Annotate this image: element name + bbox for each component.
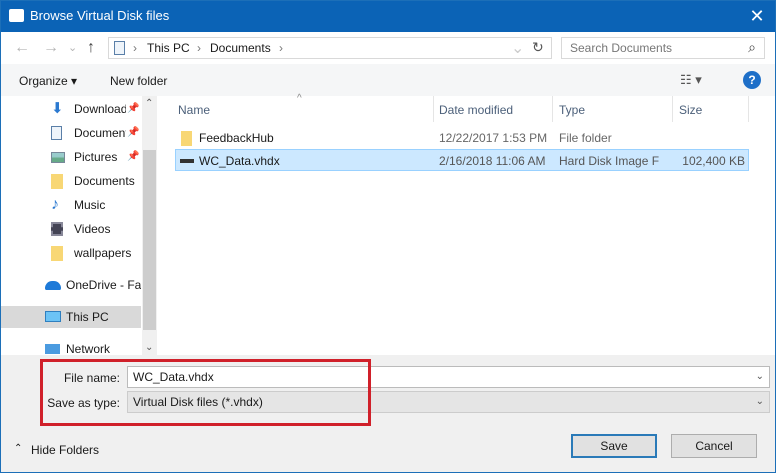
chevron-down-icon[interactable]: ⌄ (756, 367, 764, 387)
onedrive-icon (45, 281, 61, 290)
sidebar-item-label: Downloads (74, 102, 126, 116)
file-date: 12/22/2017 1:53 PM (439, 131, 548, 145)
scroll-up-icon[interactable]: ⌃ (145, 98, 153, 109)
dropdown-chevron-icon[interactable]: ⌄ (511, 38, 524, 58)
file-list: ^ Name Date modified Type Size FeedbackH… (170, 93, 776, 355)
file-type: Hard Disk Image F (559, 154, 660, 168)
table-row[interactable]: FeedbackHub 12/22/2017 1:53 PM File fold… (175, 127, 749, 149)
music-icon: ♪ (51, 196, 59, 213)
breadcrumb-separator: › (197, 41, 201, 55)
sidebar-item-onedrive[interactable]: OneDrive - Family (1, 274, 141, 296)
download-icon: ⬇ (51, 100, 64, 117)
sidebar-item-music[interactable]: ♪ Music (1, 194, 141, 216)
folder-icon (181, 131, 192, 146)
pin-icon: 📌 (127, 103, 140, 114)
sidebar-item-label: wallpapers (74, 246, 132, 260)
recent-locations-button[interactable]: ⌄ (68, 41, 77, 54)
file-name: FeedbackHub (199, 131, 274, 145)
hide-folders-button[interactable]: Hide Folders (31, 443, 99, 457)
breadcrumb-separator: › (279, 41, 283, 55)
sidebar-item-label: Music (74, 198, 106, 212)
scroll-down-icon[interactable]: ⌄ (145, 342, 153, 353)
sidebar-item-label: This PC (66, 310, 109, 324)
search-input[interactable]: Search Documents ⌕ (561, 37, 765, 59)
documents-location-icon (114, 41, 125, 55)
search-icon[interactable]: ⌕ (748, 39, 756, 56)
videos-icon (51, 222, 63, 236)
document-icon (51, 126, 62, 140)
file-size: 102,400 KB (682, 154, 745, 168)
disk-app-icon (9, 9, 24, 22)
sidebar-item-pictures[interactable]: Pictures 📌 (1, 146, 141, 168)
hard-disk-icon (180, 159, 194, 163)
breadcrumb-documents[interactable]: Documents (210, 41, 271, 55)
help-button[interactable]: ? (743, 71, 761, 89)
toolbar: Organize ▾ New folder ☷ ▾ ? (0, 64, 776, 96)
file-name: WC_Data.vhdx (199, 154, 280, 168)
sidebar-item-documents-pinned[interactable]: Documents📌 (1, 122, 141, 144)
file-type: File folder (559, 131, 612, 145)
navigation-pane: ⬇Downloads📌 Documents📌 Pictures📌 Documen… (1, 96, 157, 356)
search-placeholder: Search Documents (570, 41, 673, 55)
file-date: 2/16/2018 11:06 AM (439, 154, 546, 168)
breadcrumb-this-pc[interactable]: This PC (147, 41, 190, 55)
sidebar-item-wallpapers[interactable]: wallpapers (1, 242, 141, 264)
new-folder-button[interactable]: New folder (110, 74, 167, 88)
sidebar-item-documents-folder[interactable]: Documents (1, 170, 141, 192)
table-row[interactable]: WC_Data.vhdx 2/16/2018 11:06 AM Hard Dis… (175, 149, 749, 171)
column-header-date[interactable]: Date modified (439, 103, 513, 117)
folder-icon (51, 174, 63, 189)
pictures-icon (51, 152, 65, 163)
scrollbar-thumb[interactable] (143, 150, 156, 330)
save-button[interactable]: Save (571, 434, 657, 458)
sidebar-item-label: Videos (74, 222, 111, 236)
address-bar[interactable]: › This PC › Documents › ⌄ ↻ (108, 37, 552, 59)
pc-icon (45, 311, 61, 322)
column-header-type[interactable]: Type (559, 103, 585, 117)
breadcrumb-separator: › (133, 41, 137, 55)
pin-icon: 📌 (127, 127, 140, 138)
sidebar-item-label: Documents (74, 126, 126, 140)
column-header-name[interactable]: Name (178, 103, 210, 117)
close-button[interactable]: ✕ (746, 5, 768, 27)
pin-icon: 📌 (127, 151, 140, 162)
sidebar-item-downloads[interactable]: ⬇ Downloads📌 (1, 98, 141, 120)
refresh-button[interactable]: ↻ (532, 39, 544, 56)
folder-icon (51, 246, 63, 261)
title-bar: Browse Virtual Disk files ✕ (0, 0, 776, 32)
sidebar-item-videos[interactable]: Videos (1, 218, 141, 240)
window-title: Browse Virtual Disk files (30, 8, 170, 23)
up-button[interactable]: ↑ (87, 39, 95, 57)
column-header-size[interactable]: Size (679, 103, 702, 117)
organize-button[interactable]: Organize ▾ (19, 74, 77, 88)
chevron-down-icon[interactable]: ⌄ (756, 392, 764, 412)
chevron-up-icon: ⌃ (14, 443, 23, 454)
back-button[interactable]: ← (14, 39, 30, 57)
sidebar-item-label: Documents (74, 174, 135, 188)
cancel-button[interactable]: Cancel (671, 434, 757, 458)
network-icon (45, 344, 60, 354)
sidebar-item-label: OneDrive - Family (66, 278, 141, 292)
highlight-annotation (40, 359, 371, 426)
sidebar-item-this-pc[interactable]: This PC (1, 306, 141, 328)
sort-ascending-icon: ^ (297, 93, 302, 104)
forward-button[interactable]: → (43, 39, 59, 57)
view-options-button[interactable]: ☷ ▾ (680, 72, 702, 88)
